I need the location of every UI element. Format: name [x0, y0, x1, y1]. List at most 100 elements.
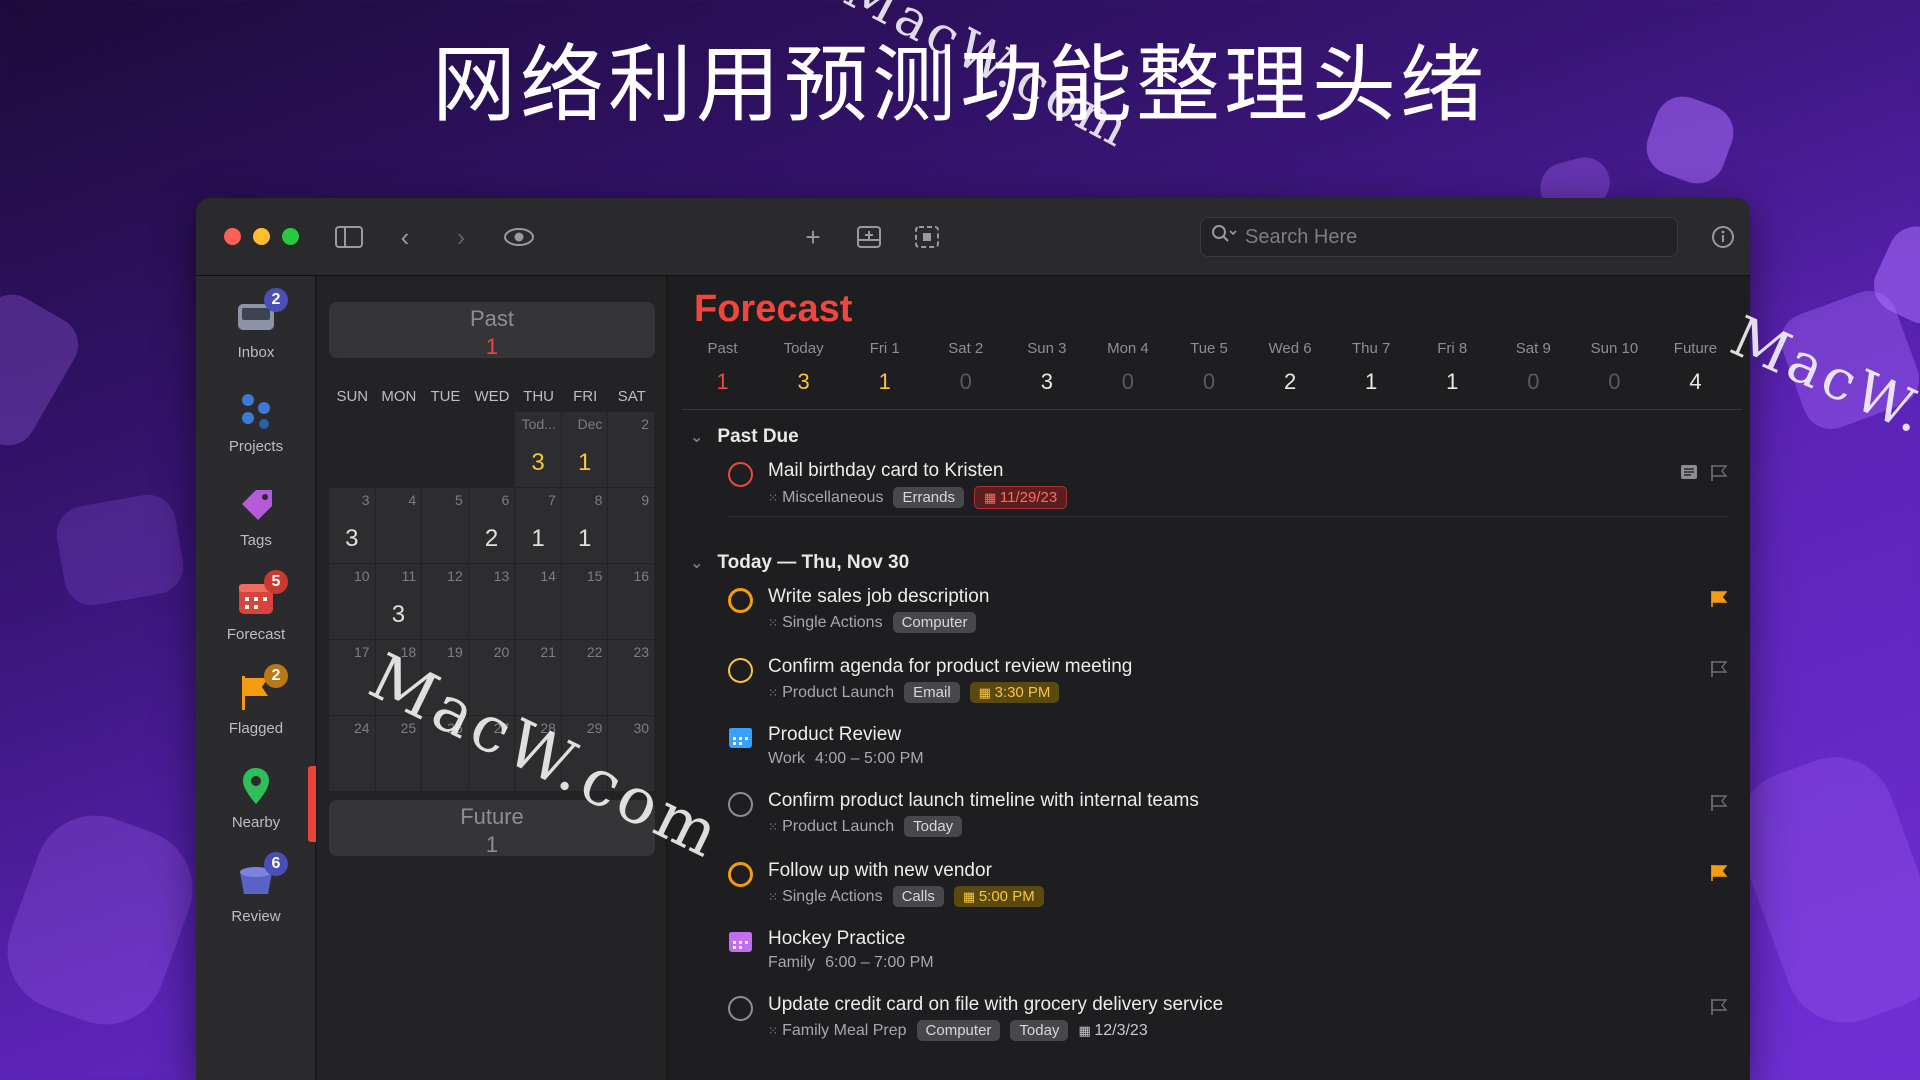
tag-chip[interactable]: Email — [904, 682, 960, 703]
sidebar-item-review[interactable]: 6 Review — [196, 852, 316, 925]
location-pin-icon — [234, 764, 278, 808]
task-row[interactable]: Write sales job description ⁙ Single Actio… — [728, 586, 1728, 636]
calendar-day-cell[interactable]: Tod... 3 — [515, 412, 561, 487]
forecast-day-column[interactable]: Future 4 — [1655, 340, 1736, 395]
tag-chip[interactable]: Computer — [916, 1020, 1001, 1041]
flag-icon[interactable] — [1710, 864, 1728, 882]
add-icon[interactable]: + — [796, 220, 830, 254]
task-row[interactable]: Confirm product launch timeline with int… — [728, 790, 1728, 840]
focus-icon[interactable] — [910, 220, 944, 254]
calendar-day-cell[interactable]: 13 — [468, 564, 515, 639]
calendar-event-row[interactable]: Hockey Practice Family 6:00 – 7:00 PM — [728, 928, 1728, 978]
task-checkbox[interactable] — [728, 862, 753, 887]
forecast-day-column[interactable]: Thu 7 1 — [1331, 340, 1412, 395]
calendar-day-cell[interactable]: 12 — [422, 564, 468, 639]
calendar-event-row[interactable]: Product Review Work 4:00 – 5:00 PM — [728, 724, 1728, 774]
tag-chip[interactable]: Calls — [892, 886, 944, 907]
calendar-day-cell[interactable]: 30 — [608, 716, 655, 791]
calendar-day-cell[interactable]: 33 — [329, 488, 375, 563]
calendar-day-cell[interactable]: 24 — [329, 716, 375, 791]
note-icon[interactable] — [1680, 464, 1698, 485]
calendar-day-cell[interactable]: 17 — [329, 640, 375, 715]
task-row[interactable]: Follow up with new vendor ⁙ Single Actions… — [728, 860, 1728, 910]
task-row[interactable]: Update credit card on file with grocery … — [728, 994, 1728, 1044]
forecast-day-column[interactable]: Today 3 — [763, 340, 844, 395]
inbox-add-icon[interactable] — [852, 220, 886, 254]
task-checkbox[interactable] — [728, 792, 753, 817]
task-checkbox[interactable] — [728, 658, 753, 683]
tag-chip[interactable]: Today — [1010, 1020, 1069, 1041]
calendar-day-cell[interactable]: 28 — [515, 716, 561, 791]
flag-icon[interactable] — [1710, 590, 1728, 608]
minimize-window-button[interactable] — [253, 228, 270, 245]
calendar-day-cell[interactable]: 18 — [375, 640, 422, 715]
calendar-day-cell[interactable]: 26 — [422, 716, 468, 791]
back-chevron-icon[interactable]: ‹ — [388, 220, 422, 254]
future-button[interactable]: Future 1 — [329, 800, 655, 857]
calendar-day-cell[interactable]: 19 — [422, 640, 468, 715]
forecast-day-column[interactable]: Past 1 — [682, 340, 763, 395]
calendar-day-cell[interactable]: 21 — [515, 640, 561, 715]
sidebar-item-inbox[interactable]: 2 Inbox — [196, 288, 316, 361]
forecast-day-column[interactable]: Sat 9 0 — [1493, 340, 1574, 395]
calendar-day-cell[interactable]: 20 — [468, 640, 515, 715]
task-checkbox[interactable] — [728, 588, 753, 613]
calendar-day-cell[interactable]: 5 — [422, 488, 468, 563]
forecast-day-column[interactable]: Sat 2 0 — [925, 340, 1006, 395]
sidebar-item-forecast[interactable]: 5 Forecast — [196, 570, 316, 643]
sidebar-toggle-icon[interactable] — [332, 220, 366, 254]
calendar-day-cell[interactable]: 16 — [608, 564, 655, 639]
flag-outline-icon[interactable] — [1710, 464, 1728, 482]
calendar-day-number: 21 — [540, 644, 556, 660]
calendar-day-cell[interactable]: 10 — [329, 564, 375, 639]
calendar-day-cell[interactable]: 9 — [608, 488, 655, 563]
calendar-day-cell[interactable]: Dec 1 — [561, 412, 608, 487]
eye-icon[interactable] — [502, 220, 536, 254]
sidebar-item-projects[interactable]: Projects — [196, 388, 316, 455]
sidebar-item-tags[interactable]: Tags — [196, 482, 316, 549]
task-row[interactable]: Mail birthday card to Kristen ⁙ Miscellane… — [728, 460, 1728, 510]
calendar-day-cell[interactable]: 22 — [561, 640, 608, 715]
sidebar-item-flagged[interactable]: 2 Flagged — [196, 664, 316, 737]
forecast-day-column[interactable]: Tue 5 0 — [1168, 340, 1249, 395]
forecast-day-count: 0 — [959, 369, 972, 394]
section-past-due[interactable]: ⌄ Past Due — [690, 426, 799, 448]
calendar-day-cell[interactable]: 62 — [468, 488, 515, 563]
sidebar-item-nearby[interactable]: Nearby — [196, 764, 316, 831]
section-today[interactable]: ⌄ Today — Thu, Nov 30 — [690, 552, 909, 574]
forecast-day-column[interactable]: Wed 6 2 — [1250, 340, 1331, 395]
search-field[interactable]: Search Here — [1200, 217, 1678, 257]
forecast-day-column[interactable]: Sun 10 0 — [1574, 340, 1655, 395]
forward-chevron-icon[interactable]: › — [444, 220, 478, 254]
calendar-day-cell[interactable]: 29 — [561, 716, 608, 791]
calendar-day-cell[interactable]: 71 — [515, 488, 561, 563]
forecast-day-column[interactable]: Fri 8 1 — [1412, 340, 1493, 395]
forecast-day-column[interactable]: Fri 1 1 — [844, 340, 925, 395]
tag-chip[interactable]: Computer — [892, 612, 977, 633]
calendar-day-cell[interactable]: 27 — [468, 716, 515, 791]
past-button[interactable]: Past 1 — [329, 302, 655, 359]
tag-chip[interactable]: Errands — [893, 487, 964, 508]
task-project: Family Meal Prep — [782, 1021, 907, 1039]
calendar-day-cell[interactable]: 4 — [375, 488, 422, 563]
flag-outline-icon[interactable] — [1710, 794, 1728, 812]
task-checkbox[interactable] — [728, 462, 753, 487]
calendar-day-cell[interactable]: 25 — [375, 716, 422, 791]
flag-outline-icon[interactable] — [1710, 998, 1728, 1016]
zoom-window-button[interactable] — [282, 228, 299, 245]
tag-chip[interactable]: Today — [904, 816, 963, 837]
close-window-button[interactable] — [224, 228, 241, 245]
task-row[interactable]: Confirm agenda for product review meetin… — [728, 656, 1728, 706]
calendar-day-cell[interactable]: 2 — [608, 412, 655, 487]
forecast-day-column[interactable]: Mon 4 0 — [1087, 340, 1168, 395]
forecast-badge: 5 — [264, 570, 288, 594]
calendar-day-cell[interactable]: 15 — [561, 564, 608, 639]
forecast-day-column[interactable]: Sun 3 3 — [1006, 340, 1087, 395]
calendar-day-cell[interactable]: 23 — [608, 640, 655, 715]
calendar-day-cell[interactable]: 81 — [561, 488, 608, 563]
flag-outline-icon[interactable] — [1710, 660, 1728, 678]
calendar-day-cell[interactable]: 11 3 — [375, 564, 422, 639]
info-icon[interactable] — [1706, 220, 1740, 254]
task-checkbox[interactable] — [728, 996, 753, 1021]
calendar-day-cell[interactable]: 14 — [515, 564, 561, 639]
